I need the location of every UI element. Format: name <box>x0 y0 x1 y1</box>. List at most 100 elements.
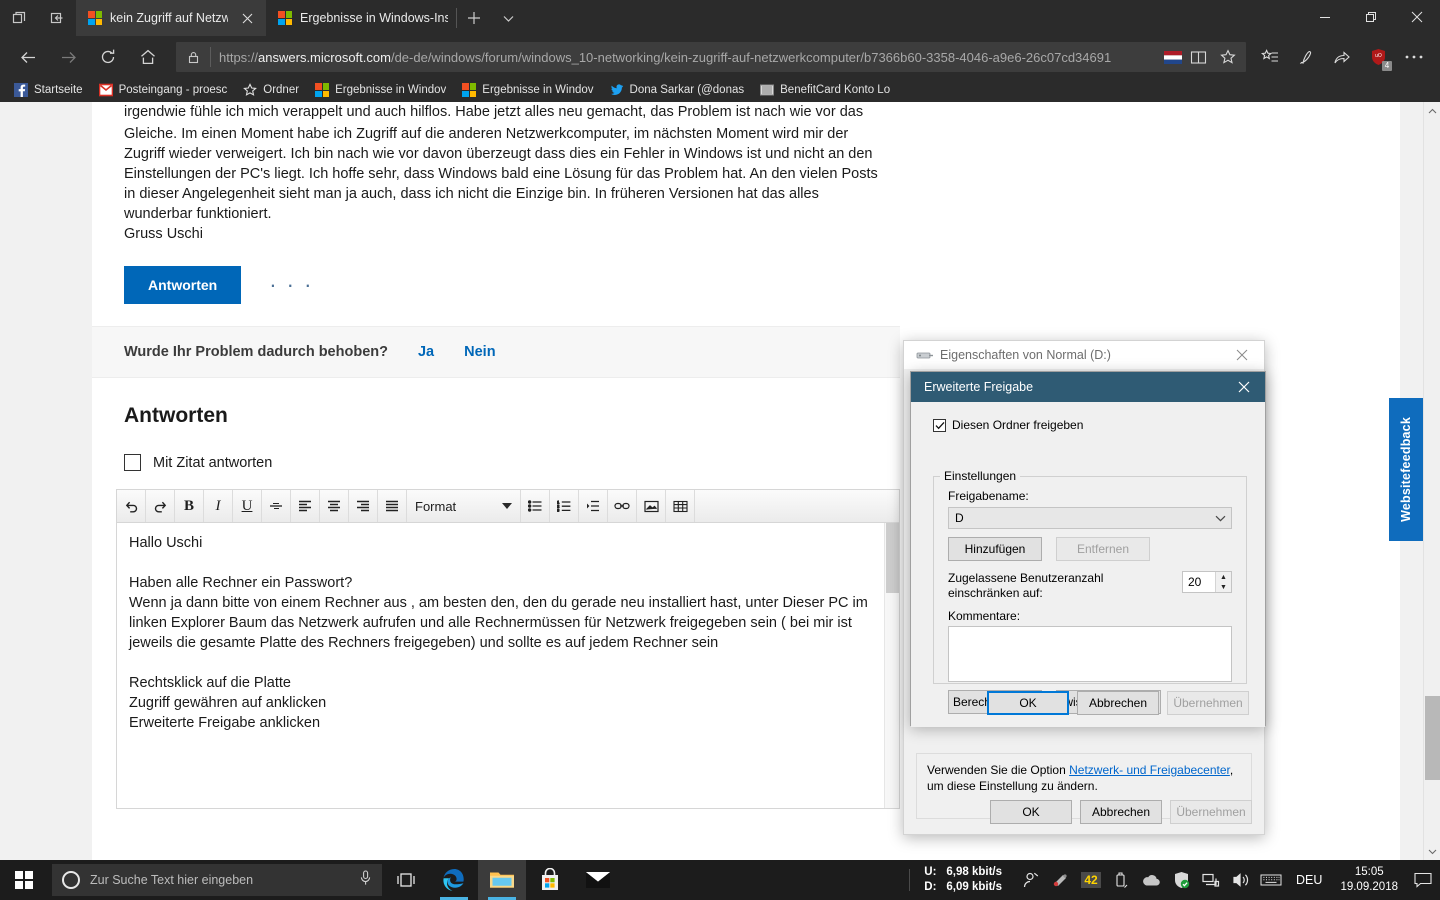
close-button[interactable] <box>1394 0 1440 34</box>
web-notes-icon[interactable] <box>1288 40 1324 74</box>
indent-icon[interactable] <box>579 490 608 522</box>
people-icon[interactable] <box>1016 860 1046 900</box>
share-icon[interactable] <box>1324 40 1360 74</box>
favorites-hub-icon[interactable] <box>1252 40 1288 74</box>
scroll-down-icon[interactable] <box>1424 843 1440 860</box>
safely-remove-hardware-icon[interactable] <box>1106 860 1136 900</box>
page-scrollbar[interactable] <box>1423 102 1440 860</box>
bookmark-item[interactable]: Ergebnisse in Windov <box>454 78 601 102</box>
editor-scrollbar-thumb[interactable] <box>886 523 899 593</box>
resolved-yes-link[interactable]: Ja <box>418 344 434 360</box>
bookmark-item[interactable]: BenefitCard Konto Lo <box>752 78 898 102</box>
mail-icon[interactable] <box>574 860 622 900</box>
editor-content[interactable]: Hallo Uschi Haben alle Rechner ein Passw… <box>117 523 899 743</box>
action-center-icon[interactable] <box>1406 860 1440 900</box>
bookmark-item[interactable]: Dona Sarkar (@donas <box>602 78 753 102</box>
forward-icon[interactable] <box>48 40 88 74</box>
image-icon[interactable] <box>637 490 666 522</box>
user-limit-stepper[interactable]: 20 ▲ ▼ <box>1182 571 1232 593</box>
network-icon[interactable] <box>1196 860 1226 900</box>
back-icon[interactable] <box>8 40 48 74</box>
sharing-cancel-button[interactable]: Abbrechen <box>1077 691 1159 715</box>
align-right-icon[interactable] <box>349 490 378 522</box>
microsoft-store-icon[interactable] <box>526 860 574 900</box>
onedrive-icon[interactable] <box>1136 860 1166 900</box>
file-explorer-icon[interactable] <box>478 860 526 900</box>
rich-text-editor[interactable]: B I U Format 1 2 3 Hallo Uschi Haben all… <box>116 489 900 809</box>
underline-icon[interactable]: U <box>233 490 262 522</box>
input-language[interactable]: DEU <box>1286 873 1332 887</box>
scroll-up-icon[interactable] <box>1424 102 1440 119</box>
resolved-no-link[interactable]: Nein <box>464 344 495 360</box>
share-name-combobox[interactable]: D <box>948 507 1232 529</box>
sharing-ok-button[interactable]: OK <box>987 691 1069 715</box>
align-justify-icon[interactable] <box>378 490 407 522</box>
browser-tab-0[interactable]: kein Zugriff auf Netzwer <box>76 0 266 36</box>
reading-view-icon[interactable] <box>1184 43 1212 71</box>
start-button[interactable] <box>0 860 48 900</box>
hardware-monitor-icon[interactable] <box>1046 860 1076 900</box>
share-folder-row[interactable]: Diesen Ordner freigeben <box>911 402 1265 432</box>
new-tab-icon[interactable] <box>457 0 491 36</box>
settings-more-icon[interactable] <box>1396 40 1432 74</box>
home-icon[interactable] <box>128 40 168 74</box>
spin-down-icon[interactable]: ▼ <box>1216 582 1231 592</box>
taskbar-clock[interactable]: 15:05 19.09.2018 <box>1332 865 1406 895</box>
reload-icon[interactable] <box>88 40 128 74</box>
close-icon[interactable] <box>1223 372 1265 402</box>
bookmark-item[interactable]: Startseite <box>6 78 91 102</box>
set-aside-tabs-icon[interactable] <box>38 0 76 36</box>
quote-reply-checkbox[interactable] <box>124 454 141 471</box>
strikethrough-icon[interactable] <box>262 490 291 522</box>
keyboard-icon[interactable] <box>1256 860 1286 900</box>
maximize-button[interactable] <box>1348 0 1394 34</box>
numbered-list-icon[interactable]: 123 <box>550 490 579 522</box>
ublock-origin-icon[interactable]: uO 4 <box>1360 40 1396 74</box>
favorite-star-icon[interactable] <box>1214 43 1242 71</box>
minimize-button[interactable] <box>1302 0 1348 34</box>
close-icon[interactable] <box>236 7 258 29</box>
properties-ok-button[interactable]: OK <box>990 800 1072 824</box>
bookmark-item[interactable]: Ergebnisse in Windov <box>307 78 454 102</box>
add-share-button[interactable]: Hinzufügen <box>948 537 1042 561</box>
format-dropdown[interactable]: Format <box>407 490 521 522</box>
chevron-down-icon[interactable] <box>491 0 525 36</box>
redo-icon[interactable] <box>146 490 175 522</box>
page-scrollbar-thumb[interactable] <box>1425 696 1440 780</box>
network-speed-meter[interactable]: U: D: 6,98 kbit/s 6,09 kbit/s <box>910 865 1016 895</box>
link-icon[interactable] <box>608 490 637 522</box>
align-center-icon[interactable] <box>320 490 349 522</box>
windows-security-icon[interactable] <box>1166 860 1196 900</box>
reply-button[interactable]: Antworten <box>124 266 242 304</box>
bold-icon[interactable]: B <box>175 490 204 522</box>
user-limit-value[interactable]: 20 <box>1183 572 1215 592</box>
align-left-icon[interactable] <box>291 490 320 522</box>
edge-icon[interactable] <box>430 860 478 900</box>
comments-input[interactable] <box>948 626 1232 682</box>
share-folder-checkbox[interactable] <box>933 418 946 432</box>
italic-icon[interactable]: I <box>204 490 233 522</box>
network-sharing-center-link[interactable]: Netzwerk- und Freigabecenter <box>1069 763 1230 777</box>
taskbar-search-box[interactable]: Zur Suche Text hier eingeben <box>52 864 382 896</box>
spin-up-icon[interactable]: ▲ <box>1216 572 1231 582</box>
volume-icon[interactable] <box>1226 860 1256 900</box>
undo-icon[interactable] <box>117 490 146 522</box>
close-icon[interactable] <box>1220 341 1264 369</box>
bookmark-item[interactable]: Posteingang - proesc <box>91 78 236 102</box>
tab-preview-icon[interactable] <box>0 0 38 36</box>
table-icon[interactable] <box>666 490 695 522</box>
properties-cancel-button[interactable]: Abbrechen <box>1080 800 1162 824</box>
chevron-down-icon[interactable] <box>1209 515 1231 522</box>
browser-tab-1[interactable]: Ergebnisse in Windows-Insi <box>266 0 456 36</box>
editor-scrollbar[interactable] <box>884 523 899 808</box>
microphone-icon[interactable] <box>359 869 372 891</box>
website-feedback-tab[interactable]: Websitefeedback <box>1389 398 1423 541</box>
bookmark-item[interactable]: Ordner <box>235 78 307 102</box>
bullet-list-icon[interactable] <box>521 490 550 522</box>
advanced-sharing-dialog[interactable]: Erweiterte Freigabe Diesen Ordner freige… <box>910 371 1266 727</box>
address-bar[interactable]: https://answers.microsoft.com/de-de/wind… <box>176 42 1246 72</box>
cpu-usage-badge[interactable]: 42 <box>1076 860 1106 900</box>
task-view-icon[interactable] <box>382 860 430 900</box>
more-actions-icon[interactable]: · · · <box>269 274 313 296</box>
flag-nl-icon[interactable] <box>1164 50 1182 64</box>
